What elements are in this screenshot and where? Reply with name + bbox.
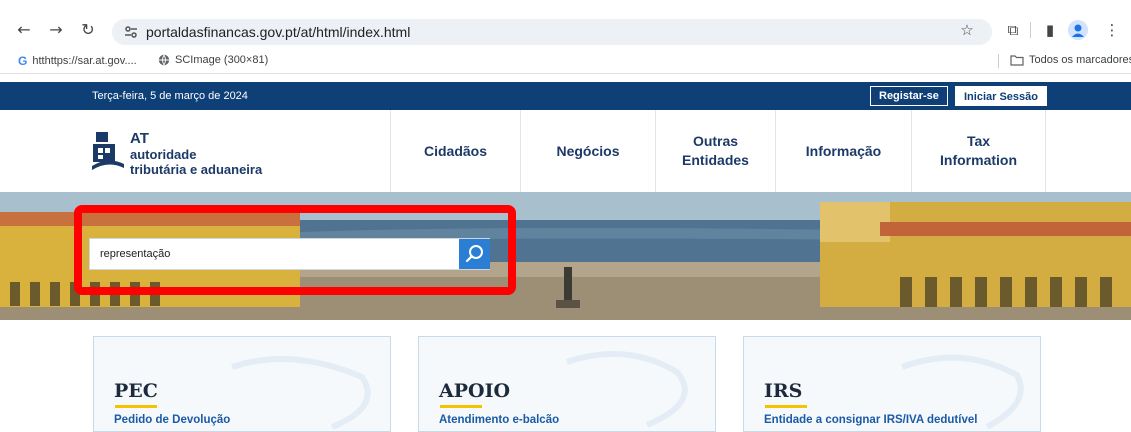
- register-button[interactable]: Registar-se: [870, 86, 948, 106]
- search-button[interactable]: [459, 239, 490, 269]
- globe-icon: [158, 54, 170, 66]
- toolbar-divider: [1030, 22, 1031, 38]
- logo-line-2: tributária e aduaneira: [130, 162, 263, 177]
- profile-avatar-icon[interactable]: [1068, 20, 1088, 40]
- bookmarks-divider: [998, 54, 999, 68]
- main-menu: Cidadãos Negócios Outras Entidades Infor…: [390, 110, 1046, 192]
- bookmark-label: SCImage (300×81): [175, 54, 269, 66]
- side-panel-icon[interactable]: ▮: [1040, 20, 1060, 40]
- card-title: APOIO: [439, 380, 511, 402]
- menu-item-tax-information[interactable]: Tax Information: [911, 110, 1046, 192]
- star-icon[interactable]: ☆: [957, 20, 977, 40]
- search-icon: [465, 245, 483, 263]
- card-accent-bar: [115, 405, 157, 408]
- at-emblem-icon: [92, 132, 124, 170]
- reload-icon[interactable]: ↻: [78, 20, 98, 40]
- card-subtitle[interactable]: Atendimento e-balcão: [439, 414, 559, 426]
- menu-item-informacao[interactable]: Informação: [775, 110, 911, 192]
- card-subtitle[interactable]: Pedido de Devolução: [114, 414, 230, 426]
- card-title: IRS: [764, 380, 803, 402]
- all-bookmarks-label: Todos os marcadores: [1029, 54, 1131, 66]
- service-card-pec[interactable]: PEC Pedido de Devolução: [93, 336, 391, 432]
- logo-at-text: AT: [130, 130, 149, 147]
- address-bar[interactable]: portaldasfinancas.gov.pt/at/html/index.h…: [112, 19, 992, 45]
- card-accent-bar: [765, 405, 807, 408]
- current-date: Terça-feira, 5 de março de 2024: [92, 90, 248, 102]
- menu-item-cidadaos[interactable]: Cidadãos: [390, 110, 520, 192]
- login-button[interactable]: Iniciar Sessão: [955, 86, 1047, 106]
- service-card-apoio[interactable]: APOIO Atendimento e-balcão: [418, 336, 716, 432]
- menu-item-outras-entidades[interactable]: Outras Entidades: [655, 110, 775, 192]
- forward-arrow-icon[interactable]: →: [46, 20, 66, 40]
- folder-icon: [1010, 54, 1024, 66]
- google-icon: G: [18, 54, 28, 68]
- card-accent-bar: [440, 405, 482, 408]
- bookmark-item[interactable]: SCImage (300×81): [158, 54, 268, 66]
- card-subtitle[interactable]: Entidade a consignar IRS/IVA dedutível: [764, 414, 977, 426]
- browser-toolbar: ← → ↻ portaldasfinancas.gov.pt/at/html/i…: [0, 0, 1131, 48]
- url-text[interactable]: portaldasfinancas.gov.pt/at/html/index.h…: [146, 24, 410, 40]
- site-topbar: Terça-feira, 5 de março de 2024 Registar…: [0, 82, 1131, 110]
- search-box: [89, 238, 490, 270]
- bookmark-label: htthttps://sar.at.gov....: [32, 55, 137, 67]
- logo-line-1: autoridade: [130, 147, 197, 162]
- all-bookmarks-button[interactable]: Todos os marcadores: [1010, 54, 1131, 66]
- search-input[interactable]: [90, 239, 458, 269]
- menu-item-negocios[interactable]: Negócios: [520, 110, 655, 192]
- card-title: PEC: [114, 380, 158, 402]
- back-arrow-icon[interactable]: ←: [14, 20, 34, 40]
- bookmark-item[interactable]: G htthttps://sar.at.gov....: [18, 54, 137, 68]
- at-logo[interactable]: AT autoridade tributária e aduaneira: [90, 128, 290, 178]
- service-card-irs[interactable]: IRS Entidade a consignar IRS/IVA dedutív…: [743, 336, 1041, 432]
- site-header: AT autoridade tributária e aduaneira Cid…: [0, 110, 1131, 192]
- bookmarks-bar: G htthttps://sar.at.gov.... SCImage (300…: [0, 48, 1131, 74]
- extensions-icon[interactable]: ⧉: [1003, 20, 1023, 40]
- site-info-icon[interactable]: [124, 25, 138, 39]
- menu-kebab-icon[interactable]: ⋮: [1102, 20, 1122, 40]
